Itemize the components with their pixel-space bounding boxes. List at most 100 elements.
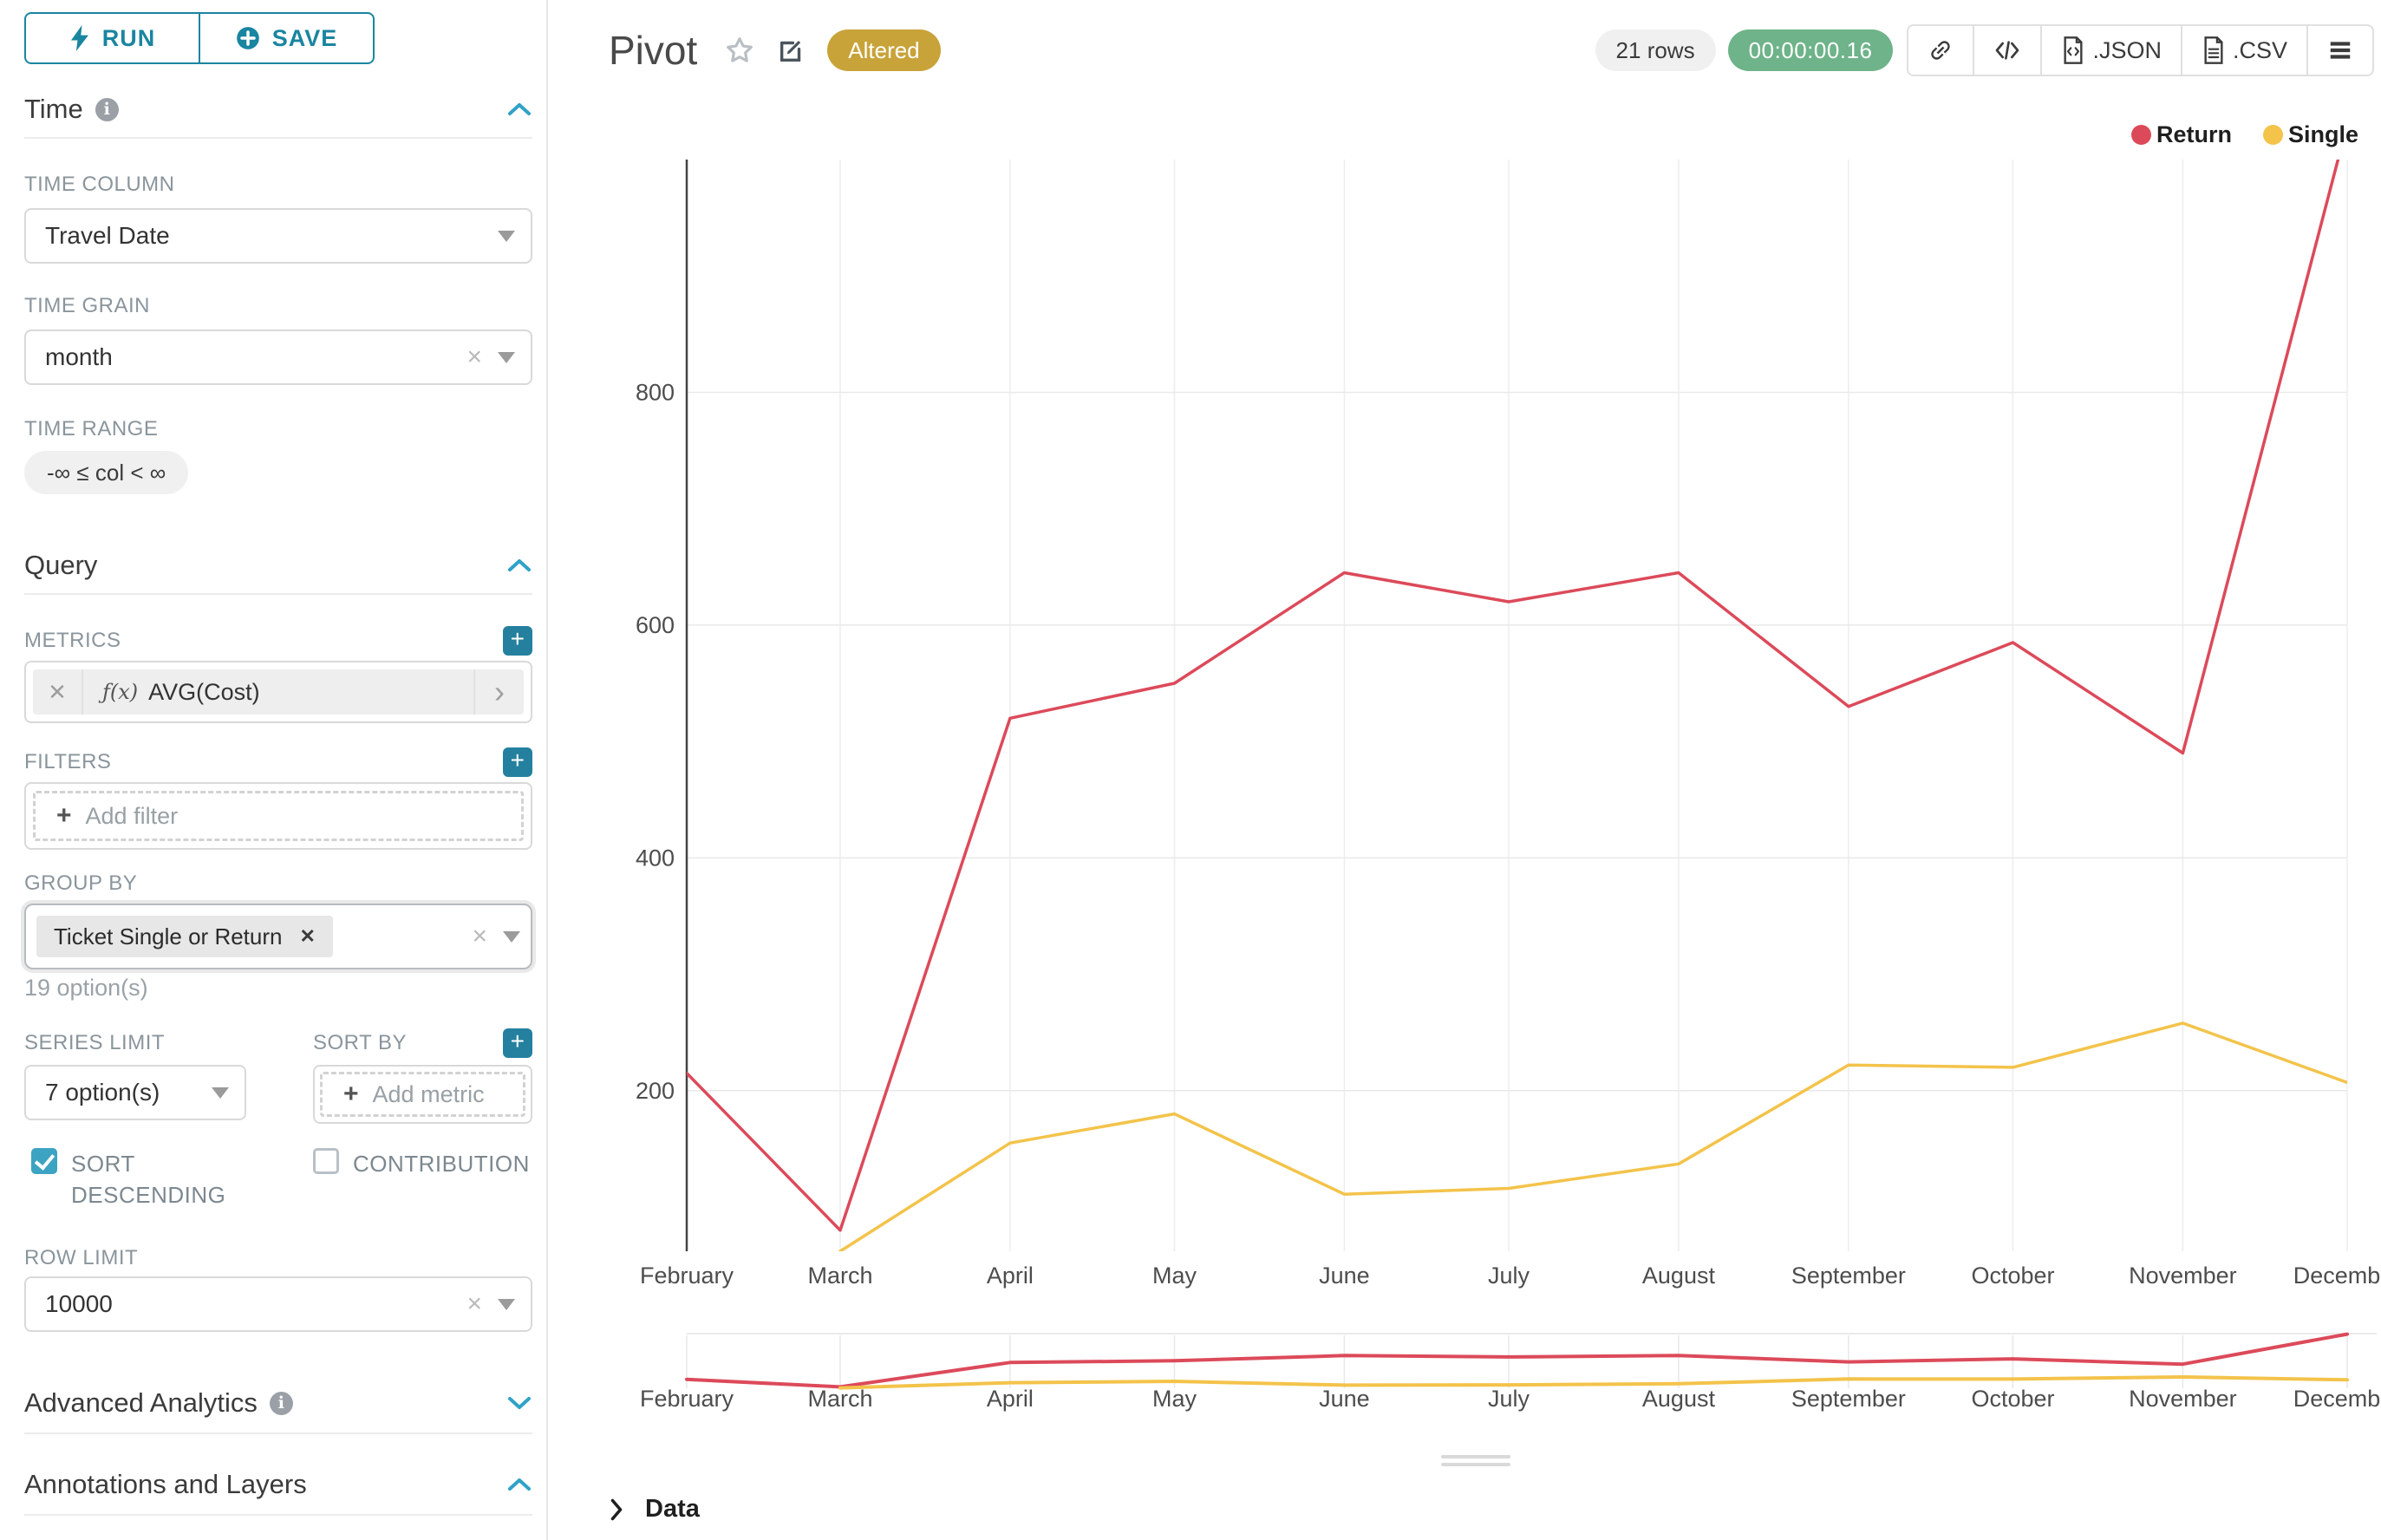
contribution-checkbox[interactable]	[313, 1148, 339, 1174]
time-range-pill[interactable]: -∞ ≤ col < ∞	[24, 451, 188, 494]
series-lines	[687, 125, 2347, 1251]
legend-item-single[interactable]: Single	[2263, 121, 2358, 148]
series-limit-select[interactable]: 7 option(s)	[24, 1065, 246, 1120]
chevron-down-icon	[503, 931, 520, 943]
x-tick-label: December	[2293, 1263, 2381, 1289]
divider	[24, 1514, 532, 1516]
x-tick-label: September	[1791, 1263, 1906, 1289]
minimap-x-label: December	[2293, 1386, 2381, 1412]
time-grain-label: TIME GRAIN	[24, 291, 532, 321]
query-section-header[interactable]: Query	[24, 546, 532, 584]
x-tick-label: May	[1152, 1263, 1197, 1289]
edit-icon[interactable]	[777, 36, 806, 65]
remove-metric-icon[interactable]: ✕	[33, 669, 83, 715]
time-grain-value: month	[45, 343, 113, 371]
y-tick-label: 600	[636, 612, 675, 638]
group-by-tag[interactable]: Ticket Single or Return ✕	[36, 916, 333, 957]
info-icon[interactable]: i	[95, 98, 119, 121]
more-options-button[interactable]	[2306, 26, 2372, 75]
export-csv-button[interactable]: .CSV	[2181, 26, 2306, 75]
y-tick-label: 200	[636, 1078, 675, 1104]
minimap-x-label: February	[640, 1386, 734, 1412]
contribution-label: CONTRIBUTION	[353, 1148, 530, 1211]
save-button[interactable]: SAVE	[199, 14, 373, 62]
add-sort-metric-button[interactable]: +	[503, 1028, 532, 1058]
minimap-x-label: October	[1971, 1386, 2054, 1412]
add-metric-button[interactable]: +	[503, 626, 532, 656]
time-section-header[interactable]: Time i	[24, 90, 532, 128]
chevron-right-icon	[607, 1497, 626, 1523]
x-tick-label: July	[1488, 1263, 1530, 1289]
clear-icon[interactable]: ×	[472, 922, 487, 951]
chart-legend: Return Single	[2131, 121, 2358, 148]
chevron-up-icon[interactable]	[506, 1476, 532, 1493]
chevron-down-icon	[498, 352, 515, 363]
chevron-right-icon[interactable]: ›	[473, 669, 524, 715]
minimap-x-label: June	[1319, 1386, 1370, 1412]
time-column-label: TIME COLUMN	[24, 170, 532, 199]
add-sort-metric-dropzone[interactable]: + Add metric	[320, 1072, 525, 1117]
embed-code-button[interactable]	[1973, 26, 2040, 75]
x-tick-label: March	[807, 1263, 872, 1289]
add-filter-dropzone[interactable]: + Add filter	[33, 791, 524, 841]
x-tick-label: October	[1971, 1263, 2054, 1289]
sort-descending-checkbox[interactable]	[31, 1148, 57, 1174]
sort-by-box: + Add metric	[313, 1065, 532, 1124]
chevron-up-icon[interactable]	[506, 557, 532, 574]
series-line-single	[840, 1023, 2347, 1251]
add-filter-placeholder: Add filter	[86, 803, 179, 830]
copy-link-button[interactable]	[1908, 26, 1973, 75]
minimap-x-label: March	[807, 1386, 872, 1412]
group-by-select[interactable]: Ticket Single or Return ✕ ×	[24, 904, 532, 969]
advanced-analytics-title: Advanced Analytics	[24, 1387, 258, 1419]
remove-tag-icon[interactable]: ✕	[299, 925, 315, 948]
divider	[24, 1432, 532, 1434]
series-limit-label: SERIES LIMIT	[24, 1028, 246, 1058]
info-icon[interactable]: i	[270, 1392, 293, 1415]
annotations-header[interactable]: Annotations and Layers	[24, 1465, 532, 1504]
legend-label: Return	[2156, 121, 2232, 148]
function-icon: ƒ(x)	[102, 680, 138, 704]
row-count-badge: 21 rows	[1595, 29, 1716, 71]
series-line-return	[687, 125, 2347, 1230]
query-section-title: Query	[24, 550, 97, 581]
metrics-label-row: METRICS +	[24, 626, 532, 656]
row-limit-value: 10000	[45, 1290, 113, 1318]
chevron-up-icon[interactable]	[506, 101, 532, 118]
add-filter-button[interactable]: +	[503, 747, 532, 777]
altered-badge[interactable]: Altered	[827, 29, 940, 71]
plus-icon: +	[56, 801, 72, 831]
metric-chip[interactable]: ✕ ƒ(x) AVG(Cost) ›	[33, 669, 524, 715]
y-tick-label: 800	[636, 379, 675, 405]
export-json-label: .JSON	[2092, 37, 2162, 64]
plus-circle-icon	[236, 26, 260, 50]
row-limit-label: ROW LIMIT	[24, 1243, 532, 1273]
legend-dot	[2131, 125, 2151, 145]
chevron-down-icon[interactable]	[506, 1394, 532, 1412]
panel-resize-handle[interactable]	[1441, 1455, 1510, 1471]
x-tick-label: February	[640, 1263, 734, 1289]
data-section-toggle[interactable]: Data	[607, 1495, 700, 1524]
favorite-star-icon[interactable]	[723, 34, 756, 67]
clear-icon[interactable]: ×	[466, 1289, 482, 1319]
time-column-select[interactable]: Travel Date	[24, 208, 532, 264]
chevron-down-icon	[498, 1299, 515, 1310]
query-timer-badge: 00:00:00.16	[1728, 29, 1894, 71]
row-limit-select[interactable]: 10000 ×	[24, 1276, 532, 1332]
run-button[interactable]: RUN	[26, 14, 199, 62]
chart-header: Pivot Altered 21 rows 00:00:00.16	[609, 0, 2374, 101]
clear-icon[interactable]: ×	[466, 343, 482, 372]
minimap-line-single[interactable]	[840, 1377, 2347, 1388]
time-grain-select[interactable]: month ×	[24, 330, 532, 385]
legend-item-return[interactable]: Return	[2131, 121, 2232, 148]
advanced-analytics-header[interactable]: Advanced Analytics i	[24, 1384, 532, 1422]
data-section-label: Data	[645, 1495, 700, 1524]
minimap-x-label: November	[2129, 1386, 2237, 1412]
export-json-button[interactable]: .JSON	[2040, 26, 2181, 75]
x-tick-label: August	[1642, 1263, 1716, 1289]
save-label: SAVE	[272, 25, 338, 52]
x-tick-label: June	[1319, 1263, 1370, 1289]
run-label: RUN	[102, 25, 156, 52]
y-tick-label: 400	[636, 845, 675, 871]
link-icon	[1928, 37, 1954, 63]
